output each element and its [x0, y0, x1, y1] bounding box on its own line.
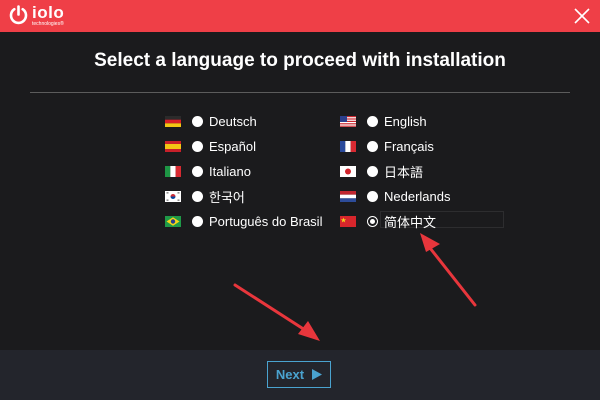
- flag-de-icon: [165, 115, 181, 127]
- language-option-espanol[interactable]: Español: [165, 137, 256, 155]
- language-option-japanese[interactable]: 日本語: [340, 162, 423, 180]
- power-icon: [9, 5, 28, 25]
- language-label: Nederlands: [384, 188, 451, 204]
- flag-br-icon: [165, 215, 181, 227]
- next-button[interactable]: Next: [267, 361, 331, 388]
- language-label: 日本語: [384, 164, 424, 180]
- title-bar: iolo technologies®: [0, 0, 600, 32]
- radio-italiano[interactable]: [192, 165, 203, 177]
- language-label: 简体中文: [384, 214, 437, 230]
- radio-deutsch[interactable]: [192, 115, 203, 127]
- language-label: Deutsch: [209, 113, 257, 129]
- flag-cn-icon: [340, 215, 356, 227]
- language-option-english[interactable]: English: [340, 112, 427, 130]
- close-button[interactable]: [572, 6, 592, 26]
- flag-kr-icon: [165, 190, 181, 202]
- radio-francais[interactable]: [367, 140, 378, 152]
- radio-japanese[interactable]: [367, 165, 378, 177]
- radio-nederlands[interactable]: [367, 190, 378, 202]
- play-arrow-icon: [312, 369, 323, 380]
- flag-us-icon: [340, 115, 356, 127]
- next-button-label: Next: [275, 367, 305, 382]
- language-label: Español: [209, 138, 256, 154]
- language-label: Português do Brasil: [209, 213, 323, 229]
- language-option-italiano[interactable]: Italiano: [165, 162, 251, 180]
- page-title: Select a language to proceed with instal…: [94, 50, 506, 71]
- logo-text: iolo: [32, 3, 65, 22]
- language-option-francais[interactable]: Français: [340, 137, 434, 155]
- close-icon: [574, 8, 590, 24]
- app-logo: iolo technologies®: [8, 4, 78, 28]
- flag-jp-icon: [340, 165, 356, 177]
- annotation-arrow-to-language: [420, 233, 477, 307]
- annotation-arrow-to-next: [233, 283, 320, 341]
- language-option-korean[interactable]: 한국어: [165, 187, 245, 205]
- language-label: 한국어: [209, 189, 245, 205]
- language-option-chinese-simplified[interactable]: 简体中文: [340, 212, 436, 230]
- language-label: Français: [384, 138, 434, 154]
- language-option-deutsch[interactable]: Deutsch: [165, 112, 257, 130]
- divider: [30, 92, 570, 93]
- radio-portugues-brasil[interactable]: [192, 215, 203, 227]
- language-option-nederlands[interactable]: Nederlands: [340, 187, 451, 205]
- flag-es-icon: [165, 140, 181, 152]
- language-label: English: [384, 113, 427, 129]
- radio-korean[interactable]: [192, 190, 203, 202]
- language-option-portugues-brasil[interactable]: Português do Brasil: [165, 212, 322, 230]
- radio-english[interactable]: [367, 115, 378, 127]
- flag-nl-icon: [340, 190, 356, 202]
- radio-espanol[interactable]: [192, 140, 203, 152]
- flag-fr-icon: [340, 140, 356, 152]
- radio-chinese-simplified[interactable]: [367, 215, 378, 227]
- logo-subtext: technologies®: [32, 21, 64, 27]
- flag-it-icon: [165, 165, 181, 177]
- language-label: Italiano: [209, 163, 251, 179]
